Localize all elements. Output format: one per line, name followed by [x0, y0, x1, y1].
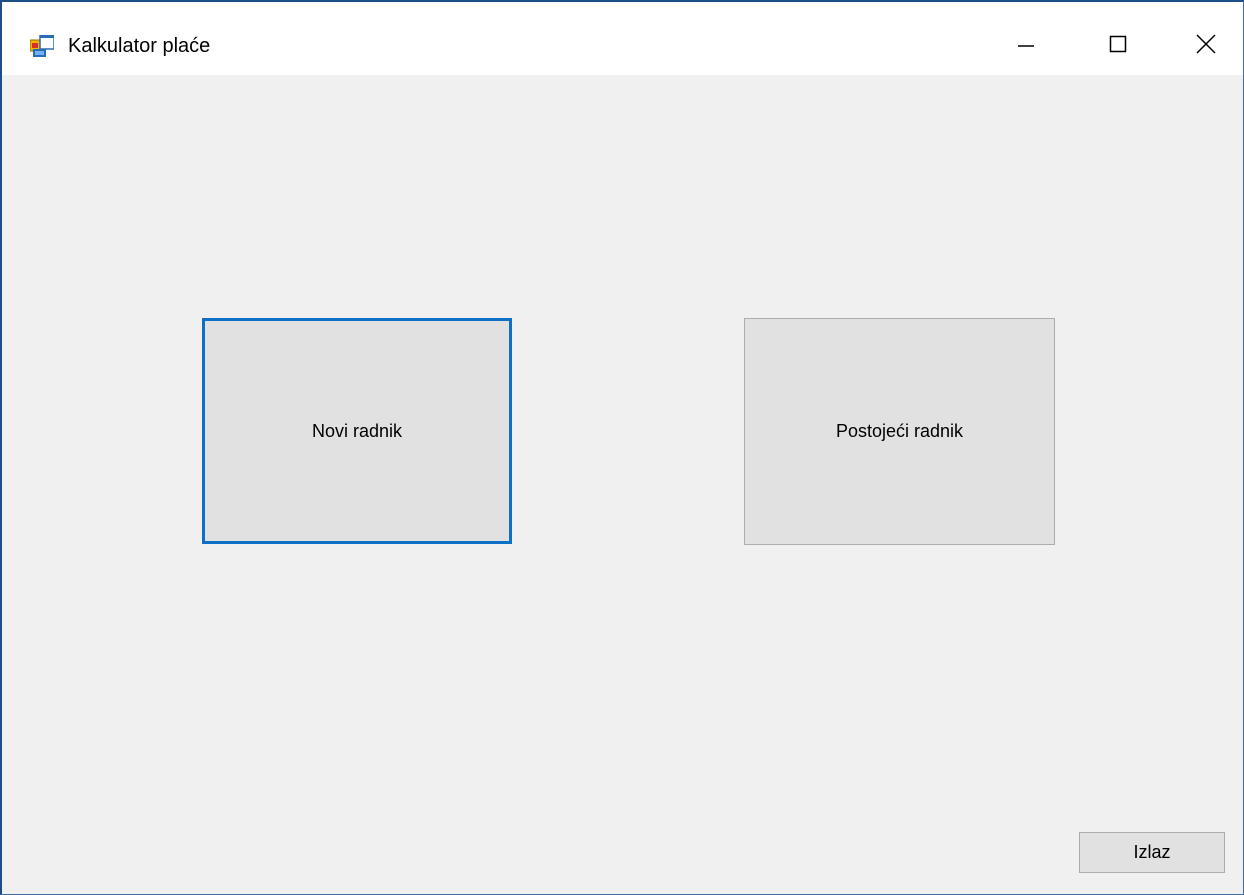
existing-worker-label: Postojeći radnik — [835, 421, 964, 441]
form-client-area: Novi radnik Postojeći radnik Izlaz — [2, 75, 1243, 894]
maximize-button[interactable] — [1088, 16, 1148, 72]
minimize-button[interactable] — [996, 16, 1056, 72]
new-worker-button[interactable]: Novi radnik — [202, 318, 512, 544]
title-bar[interactable]: Kalkulator plaće — [2, 2, 1243, 75]
exit-label: Izlaz — [1133, 842, 1171, 862]
minimize-icon — [1016, 34, 1036, 54]
exit-button[interactable]: Izlaz — [1079, 832, 1225, 873]
new-worker-label: Novi radnik — [311, 420, 403, 441]
window-title: Kalkulator plaće — [68, 35, 211, 57]
close-icon — [1195, 33, 1217, 55]
app-form-icon — [29, 34, 55, 57]
existing-worker-button[interactable]: Postojeći radnik — [744, 318, 1055, 545]
app-window: Kalkulator plaće Novi radnik Postojeći r… — [0, 0, 1244, 895]
close-button[interactable] — [1176, 16, 1236, 72]
maximize-icon — [1108, 34, 1128, 54]
